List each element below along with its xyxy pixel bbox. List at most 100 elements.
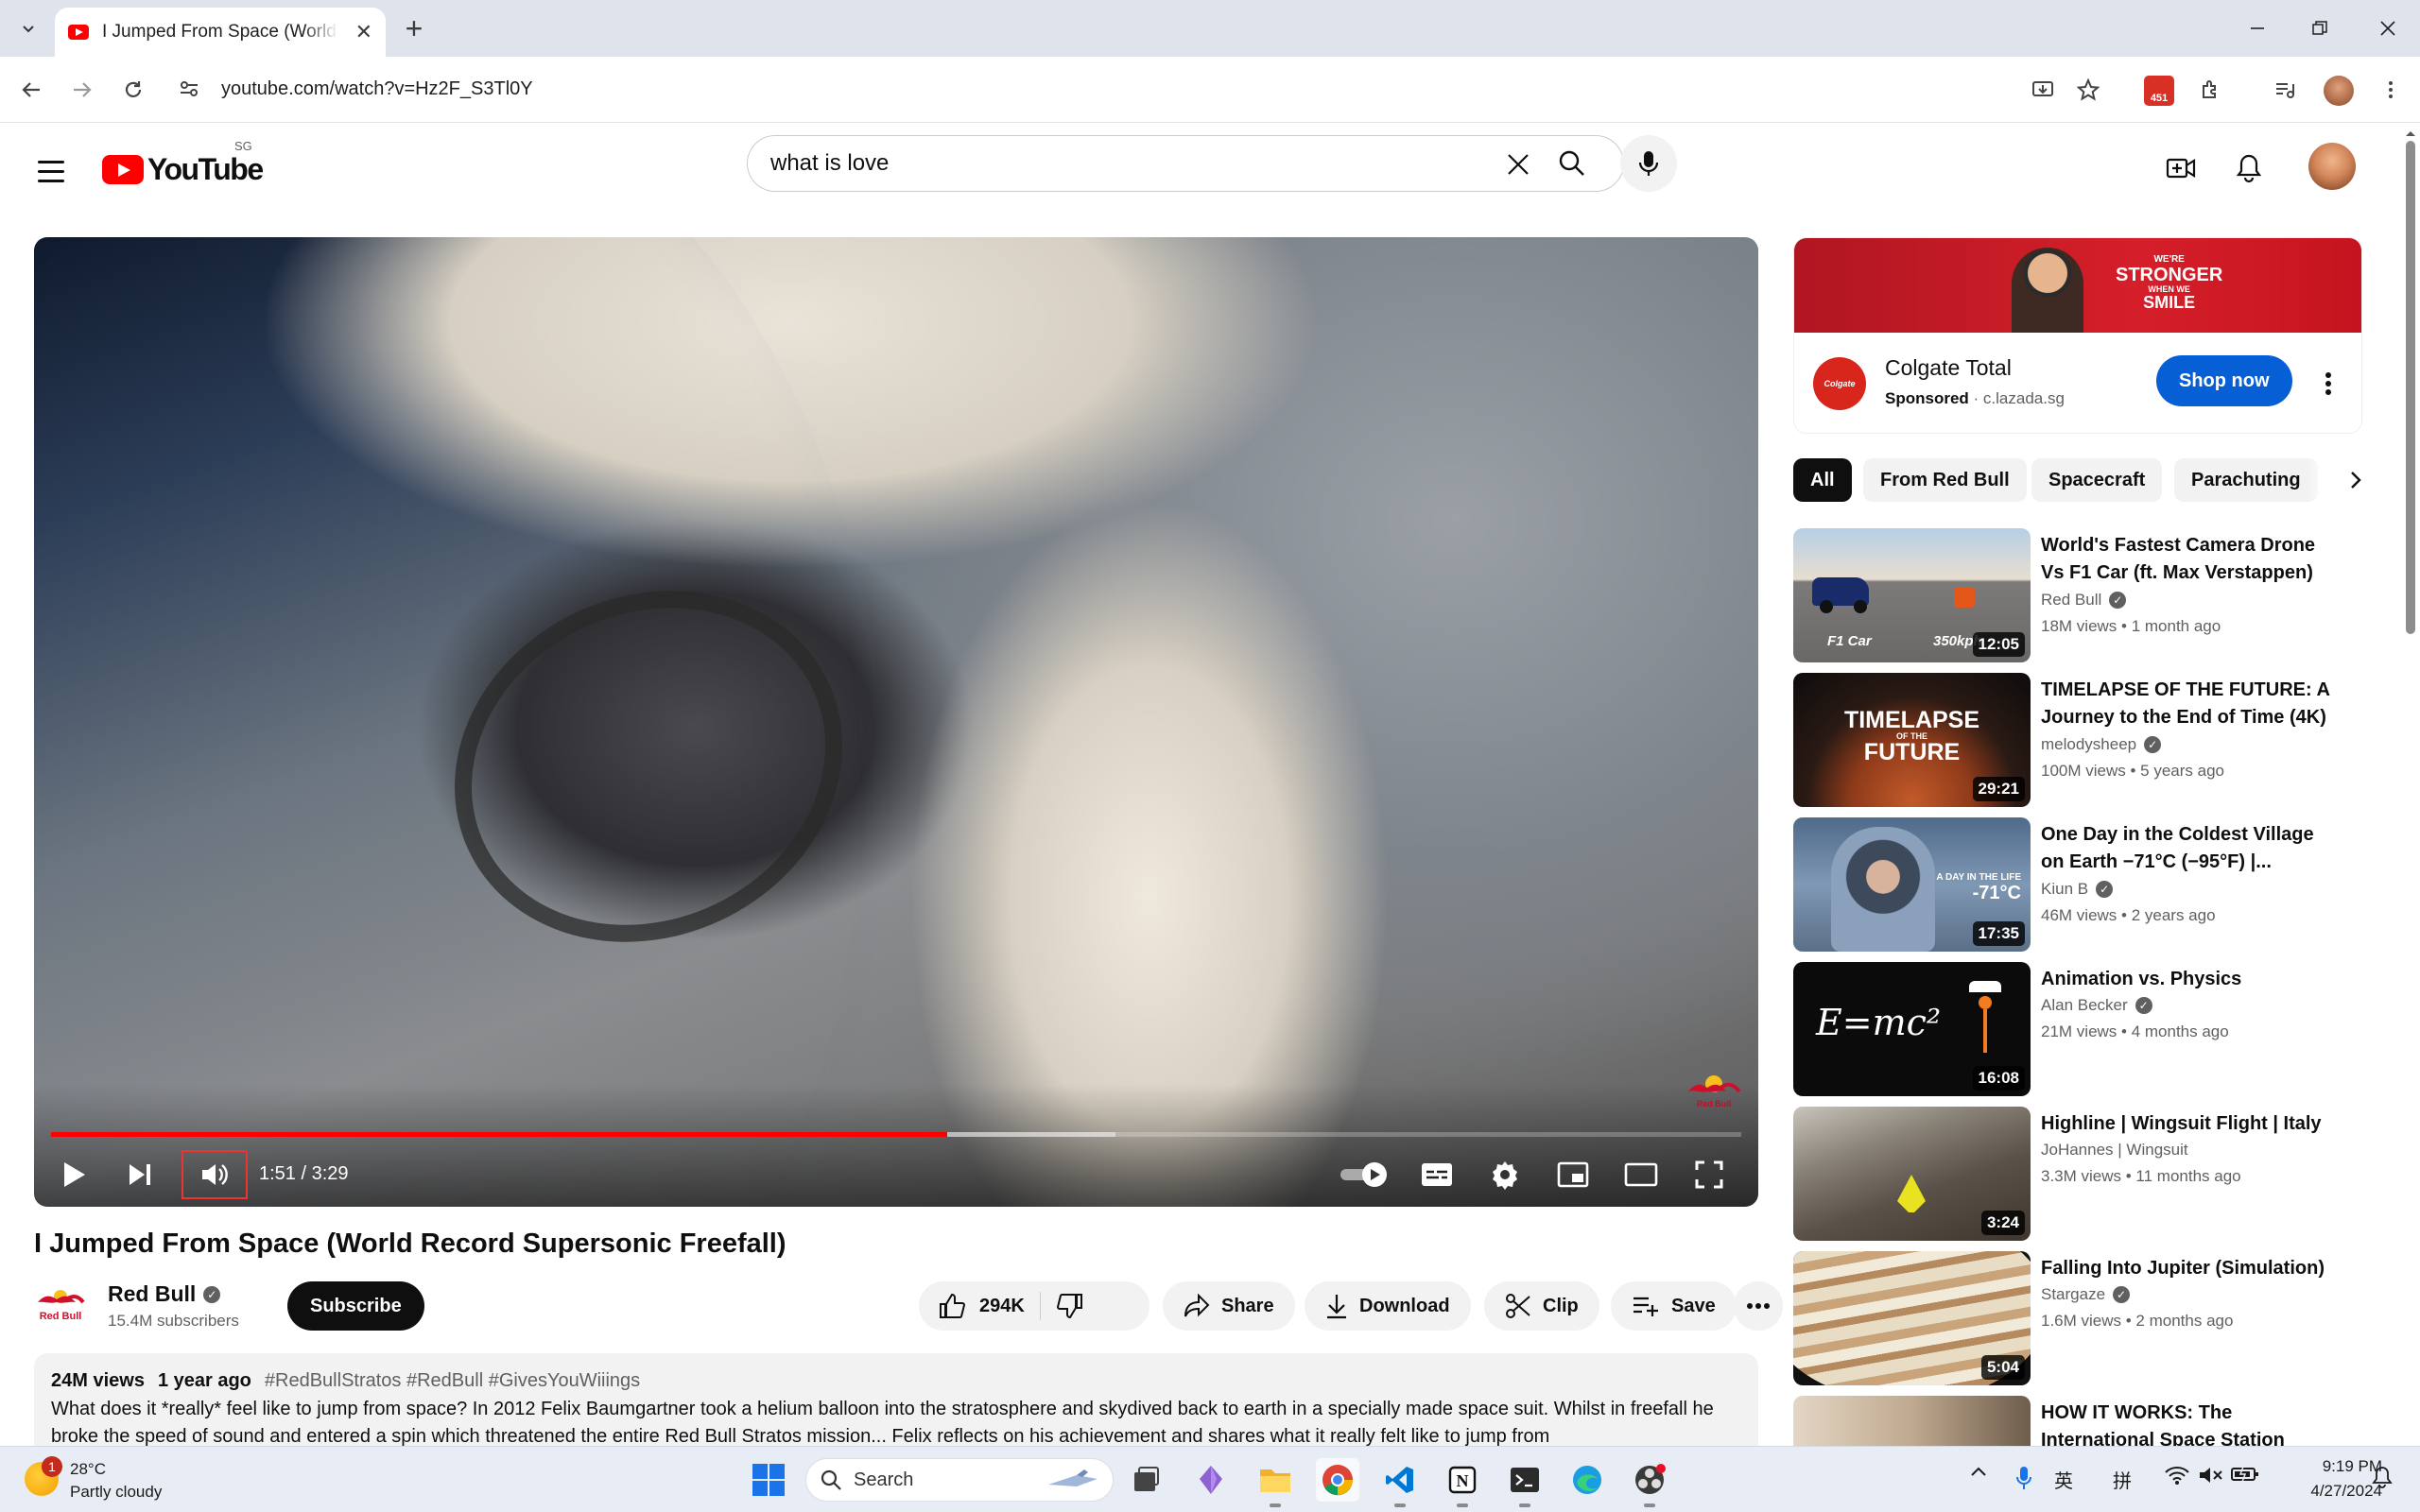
notion-app[interactable]: N	[1441, 1458, 1484, 1507]
forward-button[interactable]	[62, 70, 102, 110]
settings-button[interactable]	[1478, 1152, 1531, 1197]
next-button[interactable]	[115, 1152, 164, 1197]
bookmark-button[interactable]	[2068, 70, 2108, 110]
recommendation-item[interactable]: TIMELAPSE OF THE FUTURE 29:21 TIMELAPSE …	[1793, 673, 2362, 807]
search-button[interactable]	[1520, 135, 1624, 192]
save-button[interactable]: Save	[1611, 1281, 1737, 1331]
like-button[interactable]: 294K	[938, 1292, 1025, 1320]
guide-menu-button[interactable]	[30, 150, 72, 192]
sponsored-ad-card[interactable]: WE'RE STRONGER WHEN WE SMILE Colgate Col…	[1793, 237, 2362, 434]
weather-widget[interactable]: 1 28°C Partly cloudy	[25, 1456, 214, 1505]
close-window-button[interactable]	[2360, 9, 2416, 47]
tab-search-button[interactable]	[13, 13, 43, 43]
video-title[interactable]: One Day in the Coldest Village on Earth …	[2041, 821, 2342, 876]
dislike-button[interactable]	[1056, 1292, 1084, 1320]
advertiser-logo[interactable]: Colgate	[1813, 357, 1866, 410]
new-tab-button[interactable]: +	[397, 11, 431, 45]
video-thumbnail[interactable]	[1793, 1396, 2031, 1446]
video-title[interactable]: Animation vs. Physics	[2041, 966, 2342, 993]
video-title[interactable]: HOW IT WORKS: The International Space St…	[2041, 1400, 2342, 1446]
recommendation-item[interactable]: E=mc² 16:08 Animation vs. Physics Alan B…	[1793, 962, 2362, 1096]
theater-mode-button[interactable]	[1615, 1152, 1668, 1197]
chip-from-red-bull[interactable]: From Red Bull	[1863, 458, 2027, 502]
more-actions-button[interactable]	[1734, 1281, 1783, 1331]
video-thumbnail[interactable]: TIMELAPSE OF THE FUTURE 29:21	[1793, 673, 2031, 807]
file-explorer-app[interactable]	[1253, 1458, 1297, 1507]
channel-name[interactable]: Alan Becker ✓	[2041, 996, 2152, 1015]
chips-next-button[interactable]	[2307, 458, 2363, 502]
chip-all[interactable]: All	[1793, 458, 1852, 502]
channel-name[interactable]: Red Bull ✓	[2041, 591, 2127, 610]
share-button[interactable]: Share	[1163, 1281, 1295, 1331]
channel-name[interactable]: Stargaze ✓	[2041, 1285, 2131, 1304]
install-app-button[interactable]	[2023, 70, 2063, 110]
voice-search-button[interactable]	[1620, 135, 1677, 192]
chip-spacecraft[interactable]: Spacecraft	[2031, 458, 2163, 502]
account-avatar[interactable]	[2308, 143, 2356, 190]
mute-button[interactable]	[182, 1150, 248, 1199]
ad-more-button[interactable]	[2314, 365, 2342, 403]
notifications-center-button[interactable]	[2363, 1466, 2401, 1488]
start-button[interactable]	[747, 1458, 790, 1502]
video-title[interactable]: World's Fastest Camera Drone Vs F1 Car (…	[2041, 532, 2342, 587]
recommendation-item[interactable]: F1 Car 350kph 12:05 World's Fastest Came…	[1793, 528, 2362, 662]
channel-name[interactable]: melodysheep ✓	[2041, 735, 2162, 754]
browser-profile-avatar[interactable]	[2324, 76, 2354, 106]
back-button[interactable]	[11, 70, 51, 110]
clip-button[interactable]: Clip	[1484, 1281, 1599, 1331]
copilot-app[interactable]	[1189, 1458, 1233, 1502]
miniplayer-button[interactable]	[1547, 1152, 1599, 1197]
site-info-icon[interactable]	[170, 70, 208, 108]
tab-close-icon[interactable]: ✕	[355, 20, 372, 44]
subtitles-button[interactable]	[1410, 1152, 1463, 1197]
extensions-button[interactable]	[2191, 70, 2231, 110]
page-scrollbar[interactable]	[2401, 124, 2420, 1446]
ad-banner-image[interactable]: WE'RE STRONGER WHEN WE SMILE	[1794, 238, 2361, 333]
extension-icon[interactable]: 451	[2144, 76, 2174, 106]
chip-parachuting[interactable]: Parachuting	[2174, 458, 2318, 502]
task-view-button[interactable]	[1125, 1458, 1168, 1502]
wifi-icon[interactable]	[2161, 1466, 2193, 1485]
browser-menu-button[interactable]	[2371, 70, 2411, 110]
channel-name[interactable]: Kiun B ✓	[2041, 880, 2114, 899]
address-bar[interactable]: youtube.com/watch?v=Hz2F_S3Tl0Y	[170, 66, 2136, 112]
fullscreen-button[interactable]	[1683, 1152, 1736, 1197]
vscode-app[interactable]	[1378, 1458, 1422, 1507]
channel-name[interactable]: Red Bull ✓	[108, 1281, 221, 1307]
video-title[interactable]: Highline | Wingsuit Flight | Italy	[2041, 1110, 2342, 1138]
video-thumbnail[interactable]: F1 Car 350kph 12:05	[1793, 528, 2031, 662]
video-thumbnail[interactable]: 5:04	[1793, 1251, 2031, 1385]
terminal-app[interactable]	[1503, 1458, 1547, 1507]
media-controls-button[interactable]	[2265, 70, 2305, 110]
battery-icon[interactable]	[2229, 1466, 2261, 1483]
search-input[interactable]	[770, 150, 1432, 177]
video-player[interactable]: Red Bull 1:51 / 3:29	[34, 237, 1758, 1207]
recommendation-item[interactable]: HOW IT WORKS: The International Space St…	[1793, 1396, 2362, 1446]
subscribe-button[interactable]: Subscribe	[287, 1281, 424, 1331]
scrollbar-thumb[interactable]	[2406, 141, 2415, 634]
reload-button[interactable]	[113, 70, 153, 110]
create-button[interactable]	[2157, 145, 2204, 192]
active-tab[interactable]: I Jumped From Space (World Record Supers…	[55, 8, 386, 57]
edge-app[interactable]	[1565, 1458, 1609, 1502]
notifications-button[interactable]	[2225, 145, 2273, 192]
show-hidden-icons-button[interactable]	[1964, 1466, 1993, 1477]
autoplay-toggle[interactable]	[1337, 1152, 1392, 1197]
channel-name[interactable]: JoHannes | Wingsuit	[2041, 1141, 2188, 1160]
video-thumbnail[interactable]: E=mc² 16:08	[1793, 962, 2031, 1096]
channel-avatar[interactable]: Red Bull	[34, 1283, 87, 1325]
recommendation-item[interactable]: 5:04 Falling Into Jupiter (Simulation) S…	[1793, 1251, 2362, 1385]
ime-mode-indicator[interactable]: 拼	[2108, 1466, 2136, 1493]
microphone-tray-icon[interactable]	[2010, 1466, 2038, 1490]
minimize-button[interactable]	[2229, 9, 2286, 47]
ime-language-indicator[interactable]: 英	[2049, 1466, 2078, 1493]
recommendation-item[interactable]: A DAY IN THE LIFE -71°C 17:35 One Day in…	[1793, 817, 2362, 952]
restore-button[interactable]	[2291, 9, 2348, 47]
obs-app[interactable]	[1628, 1458, 1671, 1507]
chrome-app[interactable]	[1316, 1458, 1359, 1502]
video-title[interactable]: Falling Into Jupiter (Simulation)	[2041, 1255, 2342, 1282]
play-button[interactable]	[49, 1152, 98, 1197]
video-thumbnail[interactable]: 3:24	[1793, 1107, 2031, 1241]
taskbar-search[interactable]: Search	[805, 1458, 1114, 1502]
progress-bar[interactable]	[51, 1132, 1741, 1137]
